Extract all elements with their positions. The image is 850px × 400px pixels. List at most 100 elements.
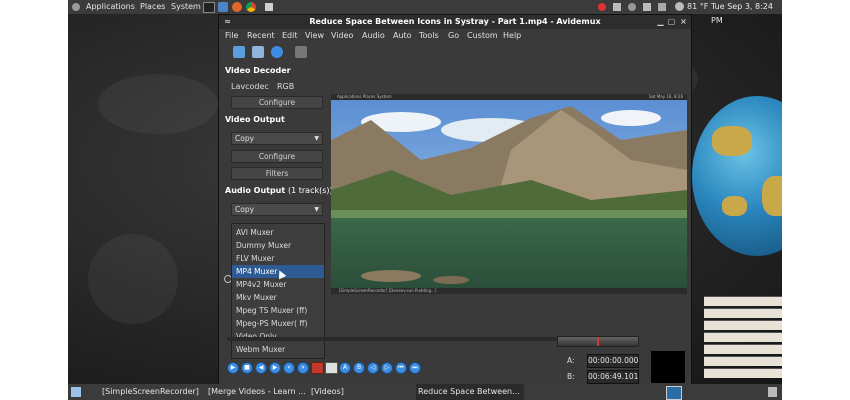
maximize-icon[interactable]: ▢ xyxy=(667,17,676,26)
taskbar-item[interactable]: [Merge Videos - Learn ... xyxy=(208,384,306,400)
marker-a-label: A: xyxy=(567,356,575,365)
dropdown-option[interactable]: MP4v2 Muxer xyxy=(232,278,324,291)
record-icon[interactable] xyxy=(311,362,324,374)
applications-menu[interactable]: Applications xyxy=(86,0,135,14)
preview-taskbar: [SimpleScreenRecorder] [Devenv.sun Puddi… xyxy=(331,288,687,294)
marker-a-time[interactable]: 00:00:00.000 xyxy=(587,354,639,368)
video-output-select[interactable]: Copy ▼ xyxy=(231,132,323,145)
audio-output-title: Audio Output xyxy=(225,186,286,195)
files-launcher-icon[interactable] xyxy=(218,2,228,12)
window-menu-icon[interactable]: ≈ xyxy=(223,17,232,26)
video-output-heading: Video Output xyxy=(225,115,285,124)
chevron-down-icon: ▼ xyxy=(314,206,319,213)
toolbar xyxy=(219,42,691,64)
close-icon[interactable]: × xyxy=(679,17,688,26)
tray-icon[interactable] xyxy=(658,3,666,11)
window-title: Reduce Space Between Icons in Systray - … xyxy=(309,17,601,26)
goto-marker-a-icon[interactable]: ◁ xyxy=(367,362,379,374)
dropdown-option[interactable]: Webm Muxer xyxy=(232,343,324,356)
distro-logo-icon[interactable] xyxy=(72,3,80,11)
jog-shuttle[interactable] xyxy=(557,336,639,347)
menu-video[interactable]: Video xyxy=(331,29,353,42)
window-titlebar[interactable]: ≈ Reduce Space Between Icons in Systray … xyxy=(219,15,691,29)
taskbar: [SimpleScreenRecorder] [Merge Videos - L… xyxy=(68,384,782,400)
menubar: File Recent Edit View Video Audio Auto T… xyxy=(219,29,691,42)
menu-audio[interactable]: Audio xyxy=(362,29,385,42)
video-output-value: Copy xyxy=(235,134,255,143)
places-menu[interactable]: Places xyxy=(140,0,165,14)
tray-icon[interactable] xyxy=(643,3,651,11)
taskbar-item[interactable]: [SimpleScreenRecorder] xyxy=(102,384,199,400)
dropdown-option[interactable]: AVI Muxer xyxy=(232,226,324,239)
taskbar-item-active[interactable]: Reduce Space Between... xyxy=(416,384,524,400)
dropdown-option[interactable]: Mpeg TS Muxer (ff) xyxy=(232,304,324,317)
avidemux-window: ≈ Reduce Space Between Icons in Systray … xyxy=(218,14,692,386)
workspace-switcher-icon[interactable] xyxy=(666,386,682,400)
books-image xyxy=(704,296,782,380)
menu-custom[interactable]: Custom xyxy=(467,29,498,42)
top-panel: Applications Places System 81 °F Tue Sep… xyxy=(68,0,782,25)
marker-b-time[interactable]: 00:06:49.101 xyxy=(587,370,639,384)
previous-frame-icon[interactable]: ◀ xyxy=(255,362,267,374)
dropdown-option[interactable]: Mpeg-PS Muxer( ff) xyxy=(232,317,324,330)
menu-recent[interactable]: Recent xyxy=(247,29,275,42)
trash-icon[interactable] xyxy=(768,387,777,397)
firefox-launcher-icon[interactable] xyxy=(232,2,242,12)
tray-icon-alert[interactable] xyxy=(598,3,606,11)
timeline-slider[interactable] xyxy=(227,337,557,341)
chrome-launcher-icon[interactable] xyxy=(246,2,256,12)
save-icon[interactable] xyxy=(252,46,264,58)
jog-marker xyxy=(597,337,599,346)
decoder-configure-button[interactable]: Configure xyxy=(231,96,323,109)
menu-view[interactable]: View xyxy=(305,29,324,42)
video-decoder-heading: Video Decoder xyxy=(225,66,291,75)
goto-start-icon[interactable]: ⏮ xyxy=(395,362,407,374)
dropdown-option[interactable]: Mkv Muxer xyxy=(232,291,324,304)
next-frame-icon[interactable]: ▶ xyxy=(269,362,281,374)
tray-icon[interactable] xyxy=(628,3,636,11)
audio-track-count: (1 track(s)) xyxy=(288,186,333,195)
open-icon[interactable] xyxy=(233,46,245,58)
film-strip-icon[interactable] xyxy=(325,362,338,374)
chevron-down-icon: ▼ xyxy=(314,135,319,142)
dropdown-option[interactable]: Dummy Muxer xyxy=(232,239,324,252)
marker-b-label: B: xyxy=(567,372,575,381)
minimize-icon[interactable]: ▁ xyxy=(656,17,665,26)
previous-keyframe-icon[interactable]: « xyxy=(283,362,295,374)
goto-end-icon[interactable]: ⏭ xyxy=(409,362,421,374)
next-keyframe-icon[interactable]: » xyxy=(297,362,309,374)
audio-output-value: Copy xyxy=(235,205,255,214)
video-decoder-codec: Lavcodec xyxy=(231,82,269,91)
weather-temperature[interactable]: 81 °F xyxy=(687,0,708,14)
menu-file[interactable]: File xyxy=(225,29,238,42)
menu-auto[interactable]: Auto xyxy=(393,29,412,42)
preview-tasks: [SimpleScreenRecorder] [Devenv.sun Puddi… xyxy=(339,288,437,293)
set-marker-a-icon[interactable]: A xyxy=(339,362,351,374)
show-desktop-icon[interactable] xyxy=(71,387,81,397)
menu-help[interactable]: Help xyxy=(503,29,521,42)
set-marker-b-icon[interactable]: B xyxy=(353,362,365,374)
tray-icon[interactable] xyxy=(613,3,621,11)
play-icon[interactable]: ▶ xyxy=(227,362,239,374)
menu-go[interactable]: Go xyxy=(448,29,459,42)
info-icon[interactable] xyxy=(271,46,283,58)
video-preview[interactable]: Applications Places System Sat May 18, 8… xyxy=(331,94,687,294)
filter-icon[interactable] xyxy=(295,46,307,58)
desktop: Applications Places System 81 °F Tue Sep… xyxy=(68,0,782,400)
menu-tools[interactable]: Tools xyxy=(419,29,439,42)
weather-icon[interactable] xyxy=(675,2,684,11)
goto-marker-b-icon[interactable]: ▷ xyxy=(381,362,393,374)
audio-output-select[interactable]: Copy ▼ xyxy=(231,203,323,216)
clock[interactable]: Tue Sep 3, 8:24 PM xyxy=(711,0,782,28)
menu-edit[interactable]: Edit xyxy=(282,29,298,42)
stop-icon[interactable]: ■ xyxy=(241,362,253,374)
terminal-launcher-icon[interactable] xyxy=(203,2,215,13)
audio-output-heading: Audio Output (1 track(s)) xyxy=(225,186,333,195)
dropdown-option[interactable]: FLV Muxer xyxy=(232,252,324,265)
system-menu[interactable]: System xyxy=(171,0,201,14)
video-configure-button[interactable]: Configure xyxy=(231,150,323,163)
tray-icon[interactable] xyxy=(265,3,273,11)
video-decoder-format: RGB xyxy=(277,82,295,91)
video-filters-button[interactable]: Filters xyxy=(231,167,323,180)
taskbar-item[interactable]: [Videos] xyxy=(311,384,344,400)
